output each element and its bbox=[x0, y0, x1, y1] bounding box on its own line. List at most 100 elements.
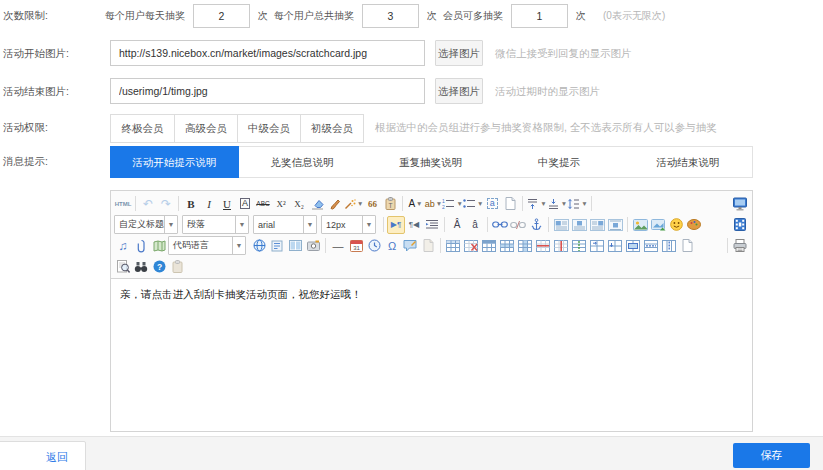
ordered-list-icon[interactable]: 12▼ bbox=[442, 195, 462, 213]
message-tab[interactable]: 活动开始提示说明 bbox=[110, 146, 239, 178]
print-icon[interactable] bbox=[731, 237, 749, 255]
justify-right-icon[interactable] bbox=[588, 216, 606, 234]
insert-row-icon[interactable] bbox=[498, 237, 516, 255]
comment-icon[interactable] bbox=[401, 237, 419, 255]
member-option-button[interactable]: 初级会员 bbox=[300, 115, 363, 142]
superscript-icon[interactable]: X² bbox=[272, 195, 290, 213]
merge-cells-icon[interactable] bbox=[624, 237, 642, 255]
emotion-icon[interactable] bbox=[667, 216, 685, 234]
fullscreen-icon[interactable] bbox=[731, 195, 749, 213]
clipboard-icon[interactable] bbox=[168, 258, 186, 276]
message-tab[interactable]: 活动结束说明 bbox=[623, 147, 752, 177]
split-cell-icon[interactable] bbox=[570, 237, 588, 255]
search-replace-icon[interactable] bbox=[132, 258, 150, 276]
redo-icon[interactable]: ↷ bbox=[157, 195, 175, 213]
insert-video-icon[interactable] bbox=[731, 216, 749, 234]
preview-icon[interactable] bbox=[114, 258, 132, 276]
merge-down-icon[interactable] bbox=[606, 237, 624, 255]
screenshot-icon[interactable] bbox=[304, 237, 322, 255]
limit-count-input[interactable] bbox=[511, 4, 568, 28]
undo-icon[interactable]: ↶ bbox=[139, 195, 157, 213]
lowercase-icon[interactable]: â bbox=[466, 216, 484, 234]
paragraph-spacing-top-icon[interactable]: ▼ bbox=[526, 195, 546, 213]
uppercase-icon[interactable]: Â bbox=[448, 216, 466, 234]
justify-justify-icon[interactable] bbox=[606, 216, 624, 234]
end-image-input[interactable] bbox=[110, 78, 425, 104]
template-icon[interactable] bbox=[268, 237, 286, 255]
message-tab[interactable]: 兑奖信息说明 bbox=[238, 147, 367, 177]
indent-icon[interactable] bbox=[423, 216, 441, 234]
cleardoc-icon[interactable] bbox=[501, 195, 519, 213]
special-chars-icon[interactable]: Ω bbox=[383, 237, 401, 255]
pasteplain-icon[interactable]: T bbox=[381, 195, 399, 213]
member-option-button[interactable]: 高级会员 bbox=[174, 115, 237, 142]
line-height-icon[interactable]: ▼ bbox=[567, 195, 587, 213]
help-icon[interactable]: ? bbox=[150, 258, 168, 276]
unordered-list-icon[interactable]: ▼ bbox=[463, 195, 483, 213]
unlink-icon[interactable] bbox=[509, 216, 527, 234]
split-rows-icon[interactable] bbox=[642, 237, 660, 255]
merge-right-icon[interactable] bbox=[588, 237, 606, 255]
note-icon[interactable] bbox=[419, 237, 437, 255]
end-image-pick-button[interactable]: 选择图片 bbox=[435, 78, 483, 104]
start-image-pick-button[interactable]: 选择图片 bbox=[435, 40, 483, 66]
backcolor-icon[interactable]: ab▼ bbox=[424, 195, 442, 213]
delete-col-icon[interactable] bbox=[552, 237, 570, 255]
font-family-dropdown[interactable]: arial▼ bbox=[253, 215, 317, 234]
strikethrough-icon[interactable]: ABC bbox=[254, 195, 272, 213]
delete-row-icon[interactable] bbox=[534, 237, 552, 255]
insert-image-icon[interactable] bbox=[631, 216, 649, 234]
snapscreen-icon[interactable] bbox=[649, 216, 667, 234]
time-icon[interactable] bbox=[365, 237, 383, 255]
editor-content[interactable]: 亲，请点击进入刮刮卡抽奖活动页面，祝您好运哦！ bbox=[111, 279, 752, 311]
horizontal-rule-icon[interactable]: — bbox=[329, 237, 347, 255]
insert-table-icon[interactable] bbox=[444, 237, 462, 255]
selectall-icon[interactable]: a bbox=[483, 195, 501, 213]
formatpainter-icon[interactable] bbox=[326, 195, 344, 213]
source-icon[interactable]: HTML bbox=[114, 195, 132, 213]
delete-table-icon[interactable] bbox=[462, 237, 480, 255]
table-page-icon[interactable] bbox=[678, 237, 696, 255]
date-icon[interactable]: 31 bbox=[347, 237, 365, 255]
code-language-dropdown[interactable]: 代码语言▼ bbox=[168, 236, 246, 255]
save-button[interactable]: 保存 bbox=[733, 443, 810, 468]
custom-title-dropdown[interactable]: 自定义标题▼ bbox=[114, 215, 178, 234]
paragraph-spacing-bottom-icon[interactable]: ▼ bbox=[547, 195, 567, 213]
map-icon[interactable] bbox=[150, 237, 168, 255]
autotypeset-icon[interactable]: ▼ bbox=[344, 195, 363, 213]
member-option-button[interactable]: 中级会员 bbox=[237, 115, 300, 142]
italic-icon[interactable]: I bbox=[200, 195, 218, 213]
subscript-icon[interactable]: X₂ bbox=[290, 195, 308, 213]
underline-icon[interactable]: U bbox=[218, 195, 236, 213]
dropdown-caret-icon: ▼ bbox=[581, 200, 587, 207]
eraser-icon[interactable] bbox=[308, 195, 326, 213]
justify-left-icon[interactable] bbox=[552, 216, 570, 234]
anchor-icon[interactable] bbox=[527, 216, 545, 234]
dir-rtl-icon[interactable]: ¶◀ bbox=[405, 216, 423, 234]
gmap-icon[interactable] bbox=[250, 237, 268, 255]
attachment-icon[interactable] bbox=[132, 237, 150, 255]
bold-icon[interactable]: B bbox=[182, 195, 200, 213]
fontborder-icon[interactable]: A bbox=[236, 195, 254, 213]
start-image-input[interactable] bbox=[110, 40, 425, 66]
columns-icon[interactable] bbox=[286, 237, 304, 255]
dir-ltr-icon[interactable]: ▶¶ bbox=[387, 216, 405, 234]
paragraph-dropdown[interactable]: 段落▼ bbox=[182, 215, 249, 234]
message-tab[interactable]: 中奖提示 bbox=[495, 147, 624, 177]
insert-col-icon[interactable] bbox=[516, 237, 534, 255]
member-option-button[interactable]: 终极会员 bbox=[111, 115, 174, 142]
link-icon[interactable] bbox=[491, 216, 509, 234]
limit-count-input[interactable] bbox=[362, 4, 419, 28]
justify-center-icon[interactable] bbox=[570, 216, 588, 234]
message-tab[interactable]: 重复抽奖说明 bbox=[366, 147, 495, 177]
blockquote-icon[interactable]: 66 bbox=[363, 195, 381, 213]
music-icon[interactable]: ♫ bbox=[114, 237, 132, 255]
editor-toolbar: HTML↶↷BIUAABCX²X₂▼66TA▼ab▼12▼▼a▼▼▼自定义标题▼… bbox=[111, 191, 752, 279]
back-button[interactable]: 返回 bbox=[0, 441, 86, 470]
font-size-dropdown[interactable]: 12px▼ bbox=[321, 215, 376, 234]
split-cols-icon[interactable] bbox=[660, 237, 678, 255]
forecolor-icon[interactable]: A▼ bbox=[406, 195, 424, 213]
limit-count-input[interactable] bbox=[193, 4, 250, 28]
table-title-icon[interactable] bbox=[480, 237, 498, 255]
scrawl-icon[interactable] bbox=[685, 216, 703, 234]
